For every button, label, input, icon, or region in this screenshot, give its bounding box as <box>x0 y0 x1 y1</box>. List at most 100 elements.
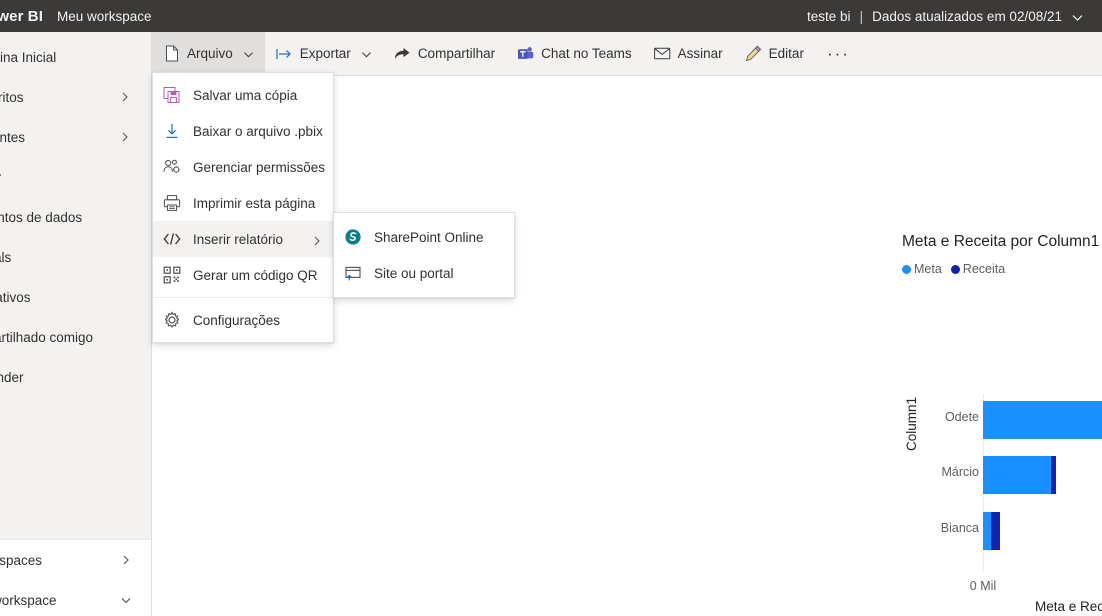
menu-item-imprimir-esta-pagina[interactable]: Imprimir esta página <box>153 185 333 221</box>
chevron-down-icon[interactable] <box>243 48 254 59</box>
assinar-button[interactable]: Assinar <box>643 32 734 76</box>
submenu-item-sharepoint-online[interactable]: SharePoint Online <box>334 219 514 255</box>
sidebar-footer: Workspaces Meu workspace <box>0 539 151 616</box>
sidebar-item-label: Aplicativos <box>0 289 31 305</box>
compartilhar-button[interactable]: Compartilhar <box>383 32 506 76</box>
chart-plot-wrapper: Column1 Odete Márcio Bianca 0 Mil Meta e… <box>749 227 1102 614</box>
submenu-item-label: SharePoint Online <box>374 229 484 245</box>
powerbi-brand[interactable]: Power BI <box>0 8 43 25</box>
y-axis-tick-label: Márcio <box>941 465 979 479</box>
print-icon <box>163 194 181 212</box>
menu-item-gerenciar-permissoes[interactable]: Gerenciar permissões <box>153 149 333 185</box>
bar-row-bianca[interactable] <box>983 512 1000 550</box>
assinar-label: Assinar <box>677 46 723 61</box>
bar-segment-receita[interactable] <box>1051 456 1056 494</box>
menu-item-salvar-uma-copia[interactable]: Salvar uma cópia <box>153 77 333 113</box>
menu-item-label: Gerar um código QR <box>193 267 318 283</box>
sidebar-item-conjuntos-de-dados[interactable]: Conjuntos de dados <box>0 197 151 237</box>
sidebar-item-label: Criar <box>0 170 1 185</box>
chevron-right-icon[interactable] <box>120 554 132 566</box>
sidebar-item-label: Aprender <box>0 369 24 385</box>
sidebar-item-recentes[interactable]: Recentes <box>0 117 151 157</box>
save-copy-icon <box>163 86 181 104</box>
menu-item-label: Gerenciar permissões <box>193 159 326 175</box>
menu-item-gerar-codigo-qr[interactable]: Gerar um código QR <box>153 257 333 293</box>
teams-icon <box>517 45 534 62</box>
arquivo-label: Arquivo <box>187 46 233 61</box>
exportar-button[interactable]: Exportar <box>265 32 383 76</box>
x-axis-tick-label: 0 Mil <box>969 579 997 593</box>
website-icon <box>344 264 362 282</box>
chat-no-teams-label: Chat no Teams <box>541 46 632 61</box>
chevron-down-icon[interactable] <box>120 594 132 606</box>
editar-button[interactable]: Editar <box>734 32 815 76</box>
x-axis-title: Meta e Receita <box>1035 599 1102 614</box>
arquivo-dropdown-menu[interactable]: Salvar uma cópia Baixar o arquivo .pbix … <box>152 72 334 343</box>
sidebar-item-label: Página Inicial <box>0 49 57 65</box>
gear-icon <box>163 311 181 329</box>
sidebar-item-label: Favoritos <box>0 89 24 105</box>
pencil-icon <box>745 45 762 62</box>
top-header: Power BI Meu workspace teste bi | Dados … <box>0 0 1102 32</box>
report-name: teste bi <box>806 8 851 24</box>
arquivo-button[interactable]: Arquivo <box>152 31 265 76</box>
menu-item-baixar-pbix[interactable]: Baixar o arquivo .pbix <box>153 113 333 149</box>
download-icon <box>163 122 181 140</box>
menu-item-inserir-relatorio[interactable]: Inserir relatório <box>153 221 333 257</box>
sidebar-item-criar[interactable]: Criar <box>0 157 151 197</box>
header-separator: | <box>859 8 864 24</box>
manage-permissions-icon <box>163 158 181 176</box>
bar-segment-meta[interactable] <box>983 401 1102 439</box>
export-icon <box>276 45 293 62</box>
stacked-bar-chart-visual[interactable]: Meta e Receita por Column1 Meta Receita … <box>749 227 1102 614</box>
y-axis-tick-label: Bianca <box>940 521 979 535</box>
sidebar-item-aplicativos[interactable]: Aplicativos <box>0 277 151 317</box>
bar-segment-receita[interactable] <box>991 512 1000 550</box>
sidebar-item-label: Compartilhado comigo <box>0 329 94 345</box>
report-command-bar: Arquivo Exportar Compartilhar Chat no Te… <box>152 31 1102 76</box>
sidebar-item-label: Goals <box>0 249 12 265</box>
y-axis-tick-label: Odete <box>944 410 979 424</box>
sidebar-item-label: Meu workspace <box>0 592 57 608</box>
mail-icon <box>653 45 671 62</box>
chevron-right-icon[interactable] <box>119 91 131 103</box>
sharepoint-icon <box>344 228 362 246</box>
menu-item-label: Salvar uma cópia <box>193 87 298 103</box>
sidebar-item-favoritos[interactable]: Favoritos <box>0 77 151 117</box>
chevron-down-icon[interactable] <box>361 48 372 59</box>
embed-code-icon <box>163 230 181 248</box>
menu-item-label: Configurações <box>193 312 281 328</box>
header-right-group: teste bi | Dados atualizados em 02/08/21 <box>807 8 1084 24</box>
bar-segment-meta[interactable] <box>983 456 1051 494</box>
menu-item-configuracoes[interactable]: Configurações <box>153 302 333 338</box>
refresh-status: Dados atualizados em 02/08/21 <box>872 8 1062 24</box>
sidebar-item-label: Conjuntos de dados <box>0 209 83 225</box>
sidebar-item-goals[interactable]: Goals <box>0 237 151 277</box>
sidebar-item-meu-workspace[interactable]: Meu workspace <box>0 580 151 616</box>
chart-plot-area <box>983 395 1102 571</box>
breadcrumb-workspace[interactable]: Meu workspace <box>57 9 152 24</box>
sidebar-item-workspaces[interactable]: Workspaces <box>0 540 151 580</box>
chevron-right-icon[interactable] <box>119 131 131 143</box>
x-axis-tick-label: 1 Mil <box>1097 579 1102 593</box>
menu-item-label: Inserir relatório <box>193 231 284 247</box>
sidebar-item-pagina-inicial[interactable]: Página Inicial <box>0 37 151 77</box>
menu-item-label: Imprimir esta página <box>193 195 316 211</box>
bar-row-marcio[interactable] <box>983 456 1056 494</box>
chat-no-teams-button[interactable]: Chat no Teams <box>506 32 643 76</box>
chevron-right-icon[interactable] <box>312 234 322 246</box>
sidebar-item-aprender[interactable]: Aprender <box>0 357 151 397</box>
more-options-button[interactable]: ··· <box>815 32 862 76</box>
menu-item-label: Baixar o arquivo .pbix <box>193 123 323 139</box>
bar-row-odete[interactable] <box>983 401 1102 439</box>
editar-label: Editar <box>768 46 804 61</box>
submenu-item-site-ou-portal[interactable]: Site ou portal <box>334 255 514 291</box>
compartilhar-label: Compartilhar <box>417 46 496 61</box>
qr-code-icon <box>163 266 181 284</box>
bar-segment-meta[interactable] <box>983 512 991 550</box>
sidebar-item-label: Recentes <box>0 129 26 145</box>
chevron-down-icon[interactable] <box>1071 11 1084 24</box>
left-navigation-sidebar[interactable]: Página Inicial Favoritos Recentes Criar … <box>0 32 152 616</box>
inserir-relatorio-submenu[interactable]: SharePoint Online Site ou portal <box>333 212 515 298</box>
sidebar-item-compartilhado-comigo[interactable]: Compartilhado comigo <box>0 317 151 357</box>
